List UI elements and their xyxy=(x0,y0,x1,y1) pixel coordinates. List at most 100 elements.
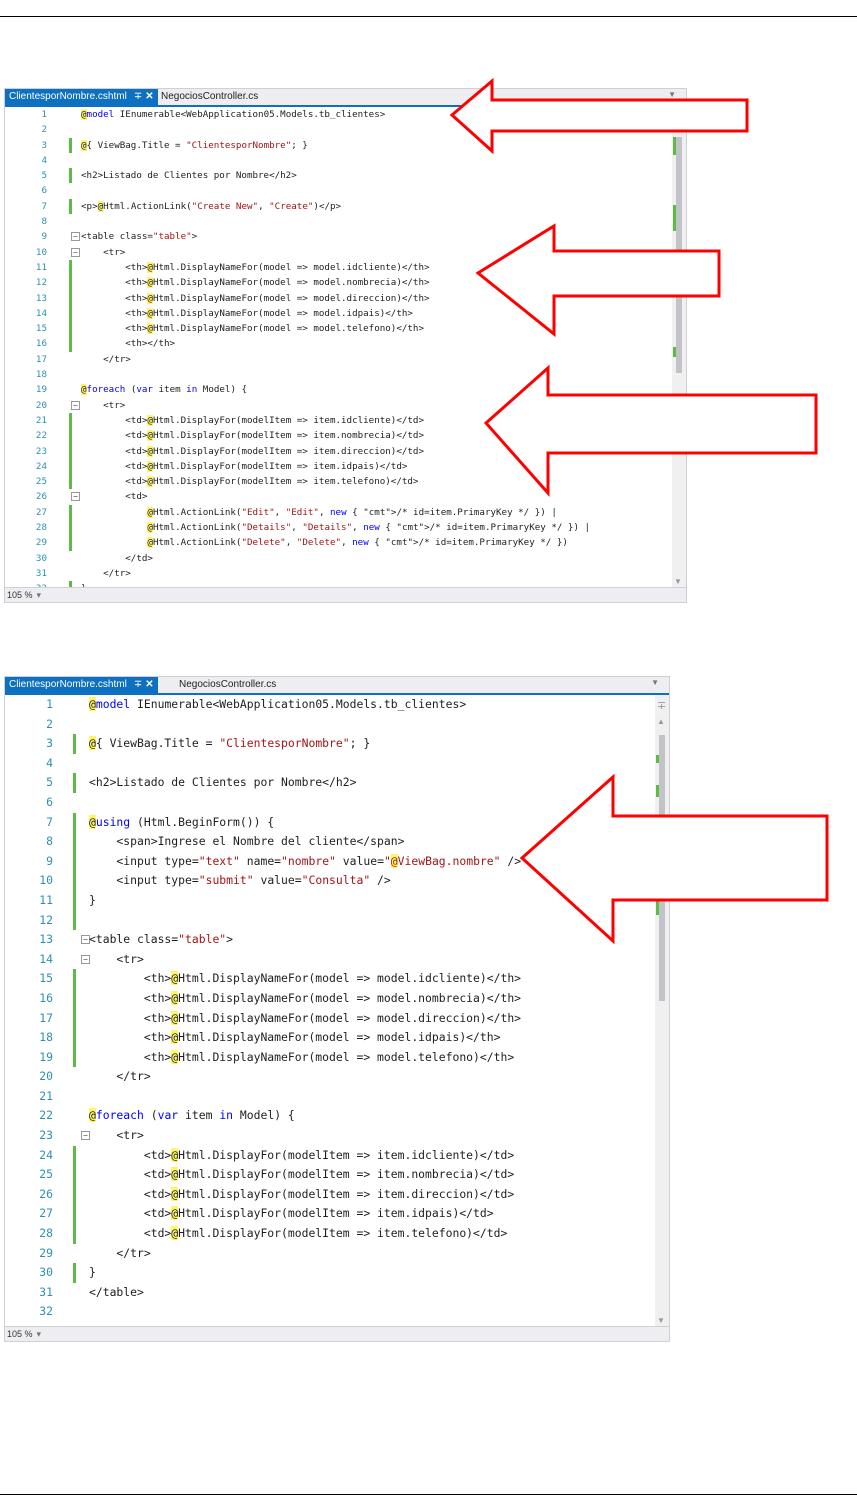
code-line[interactable]: 18 <th>@Html.DisplayNameFor(model => mod… xyxy=(5,1028,655,1048)
scroll-down-icon[interactable]: ▼ xyxy=(674,577,682,586)
code-line[interactable]: 16 <th>@Html.DisplayNameFor(model => mod… xyxy=(5,988,655,1009)
line-number: 30 xyxy=(35,552,47,564)
code-line[interactable]: 23− <tr> xyxy=(5,1126,655,1146)
page-top-rule xyxy=(0,16,857,17)
code-line[interactable]: 19 <th>@Html.DisplayNameFor(model => mod… xyxy=(5,1047,655,1068)
code-area[interactable]: 1 @model IEnumerable<WebApplication05.Mod… xyxy=(5,107,672,597)
change-indicator xyxy=(69,474,72,490)
code-line[interactable]: 22 @foreach (var item in Model) { xyxy=(5,1106,655,1126)
code-text: <td>@Html.DisplayFor(modelItem => item.i… xyxy=(89,1206,494,1221)
line-number: 8 xyxy=(46,834,53,849)
collapse-icon[interactable]: − xyxy=(71,400,80,410)
code-text: <td> xyxy=(81,491,148,503)
zoom-level[interactable]: 105 % ▾ xyxy=(7,1327,41,1341)
code-line[interactable]: 29 @Html.ActionLink("Delete", "Delete", … xyxy=(5,535,672,551)
code-text: <td>@Html.DisplayFor(modelItem => item.i… xyxy=(81,414,424,426)
line-number: 18 xyxy=(39,1030,53,1045)
change-indicator xyxy=(69,412,72,429)
code-line[interactable]: 29 </tr> xyxy=(5,1244,655,1264)
code-line[interactable]: 14− <tr> xyxy=(5,950,655,970)
code-line[interactable]: 6 xyxy=(5,183,672,198)
collapse-icon[interactable]: − xyxy=(71,247,80,257)
line-number: 30 xyxy=(39,1265,53,1280)
tab-clientespornombre-cshtml[interactable]: ClientesporNombre.cshtml ∓ ✕ xyxy=(5,677,158,693)
code-line[interactable]: 3 @{ ViewBag.Title = "ClientesporNombre";… xyxy=(5,734,655,754)
code-text: @using (Html.BeginForm()) { xyxy=(89,814,275,829)
line-number: 31 xyxy=(39,1284,53,1299)
code-line[interactable]: 30} xyxy=(5,1263,655,1283)
code-line[interactable]: 25 <td>@Html.DisplayFor(modelItem => ite… xyxy=(5,1165,655,1185)
code-text: </table> xyxy=(89,1284,144,1299)
code-text: <td>@Html.DisplayFor(modelItem => item.d… xyxy=(89,1186,515,1201)
tab-label: NegociosController.cs xyxy=(179,679,277,690)
tab-negocioscontroller-cs[interactable]: NegociosController.cs xyxy=(175,677,280,693)
code-text: </tr> xyxy=(89,1069,151,1084)
code-text: @Html.ActionLink("Details", "Details", n… xyxy=(147,522,591,534)
code-line[interactable]: 20 </tr> xyxy=(5,1067,655,1087)
code-line[interactable]: 30 </td> xyxy=(5,551,672,566)
change-indicator xyxy=(69,305,72,322)
line-number: 21 xyxy=(35,414,47,426)
vertical-scrollbar[interactable]: ▲ ▼ xyxy=(672,107,686,588)
code-line[interactable]: 2 xyxy=(5,715,655,735)
change-indicator xyxy=(73,734,76,754)
close-icon[interactable]: ✕ xyxy=(145,91,153,102)
line-number: 9 xyxy=(46,853,53,868)
code-line[interactable]: 27 @Html.ActionLink("Edit", "Edit", new … xyxy=(5,504,672,521)
code-line[interactable]: 24 <td>@Html.DisplayFor(modelItem => ite… xyxy=(5,1145,655,1166)
line-number: 22 xyxy=(39,1108,53,1123)
code-line[interactable]: 28 <td>@Html.DisplayFor(modelItem => ite… xyxy=(5,1224,655,1244)
code-line[interactable]: 28 @Html.ActionLink("Details", "Details"… xyxy=(5,520,672,536)
line-number: 1 xyxy=(46,697,53,711)
code-line[interactable]: 26 <td>@Html.DisplayFor(modelItem => ite… xyxy=(5,1184,655,1205)
code-line[interactable]: 32 xyxy=(5,1302,655,1322)
collapse-icon[interactable]: − xyxy=(71,492,80,502)
code-line[interactable]: 21 xyxy=(5,1087,655,1107)
change-indicator xyxy=(73,890,76,911)
code-line[interactable]: 1 @model IEnumerable<WebApplication05.Mod… xyxy=(5,695,655,715)
tab-negocioscontroller-cs[interactable]: NegociosController.cs xyxy=(157,89,262,105)
line-number: 27 xyxy=(39,1206,53,1221)
pin-icon[interactable]: ∓ xyxy=(134,679,142,690)
code-text: <th>@Html.DisplayNameFor(model => model.… xyxy=(89,990,522,1005)
code-line[interactable]: 17 <th>@Html.DisplayNameFor(model => mod… xyxy=(5,1008,655,1029)
code-line[interactable]: 15 <th>@Html.DisplayNameFor(model => mod… xyxy=(5,969,655,989)
code-line[interactable]: 7 <p>@Html.ActionLink("Create New", "Crea… xyxy=(5,198,672,215)
code-text: @{ ViewBag.Title = "ClientesporNombre"; … xyxy=(81,139,308,151)
zoom-level[interactable]: 105 % ▾ xyxy=(7,588,41,602)
split-icon[interactable]: ∓ xyxy=(657,699,666,712)
line-number: 6 xyxy=(46,794,53,809)
line-number: 10 xyxy=(35,246,47,258)
close-icon[interactable]: ✕ xyxy=(145,679,153,690)
line-number: 13 xyxy=(39,932,53,947)
change-indicator xyxy=(69,458,72,475)
change-indicator xyxy=(69,443,72,459)
change-indicator xyxy=(73,1165,76,1185)
code-line[interactable]: 31 </table> xyxy=(5,1283,655,1303)
arrow-annotation-3 xyxy=(483,364,818,497)
line-number: 19 xyxy=(39,1049,53,1064)
line-number: 27 xyxy=(35,506,47,518)
change-indicator xyxy=(73,832,76,852)
code-line[interactable]: 27 <td>@Html.DisplayFor(modelItem => ite… xyxy=(5,1204,655,1225)
code-text: @{ ViewBag.Title = "ClientesporNombre"; … xyxy=(89,736,371,751)
line-number: 11 xyxy=(39,892,53,907)
line-number: 20 xyxy=(39,1069,53,1084)
change-indicator xyxy=(73,871,76,891)
scroll-down-icon[interactable]: ▼ xyxy=(657,1316,665,1325)
code-text: <tr> xyxy=(81,246,126,258)
editor-tab-bar: ClientesporNombre.cshtml ∓ ✕ NegociosContr… xyxy=(5,677,669,695)
code-line[interactable]: 31 </tr> xyxy=(5,566,672,581)
line-number: 26 xyxy=(35,491,47,503)
line-number: 24 xyxy=(39,1147,53,1162)
scroll-up-icon[interactable]: ▲ xyxy=(657,717,665,726)
tab-dropdown-icon[interactable]: ▼ xyxy=(651,678,659,687)
pin-icon[interactable]: ∓ xyxy=(134,91,142,102)
change-indicator xyxy=(73,1263,76,1283)
change-indicator xyxy=(73,1028,76,1048)
line-number: 8 xyxy=(41,216,47,228)
tab-clientespornombre-cshtml[interactable]: ClientesporNombre.cshtml ∓ ✕ xyxy=(5,89,158,105)
change-indicator xyxy=(73,910,76,931)
chevron-down-icon: ▾ xyxy=(36,590,42,600)
collapse-icon[interactable]: − xyxy=(71,232,80,242)
